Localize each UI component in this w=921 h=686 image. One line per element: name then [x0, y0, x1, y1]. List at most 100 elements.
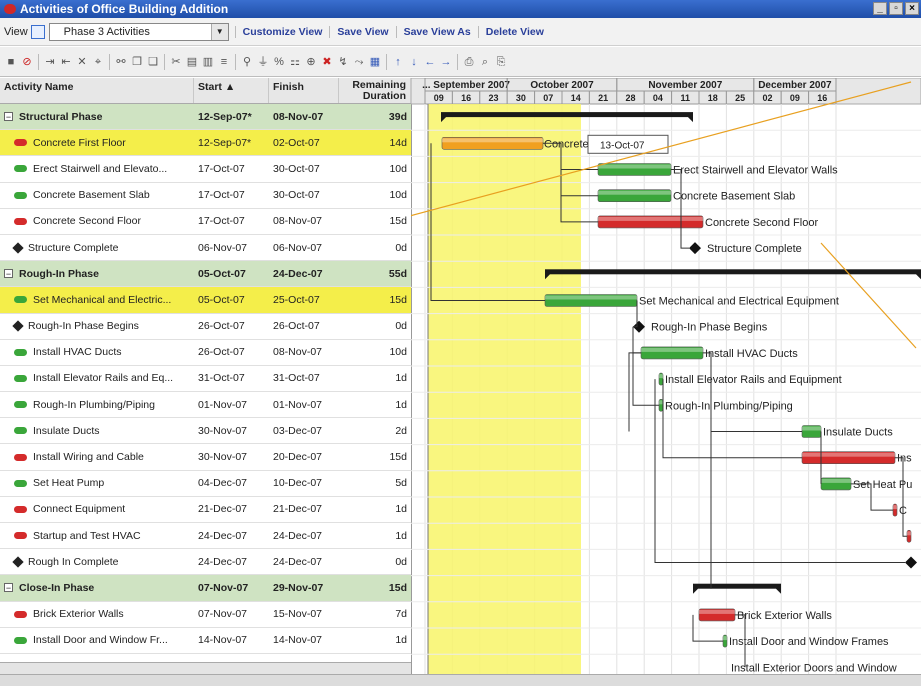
activity-name-text: Startup and Test HVAC [33, 529, 141, 542]
timescale-week-label: 09 [434, 93, 444, 103]
table-row[interactable]: Brick Exterior Walls 07-Nov-07 15-Nov-07 7d [0, 602, 411, 628]
print-icon[interactable]: ⎙ [462, 55, 476, 69]
cell-finish: 24-Dec-07 [273, 555, 323, 568]
milestone-icon [12, 320, 24, 332]
cell-activity-name: Insulate Ducts [0, 425, 194, 437]
table-row[interactable]: Rough-In Phase Begins 26-Oct-07 26-Oct-07 0… [0, 314, 411, 340]
activity-name-text: Rough-In Phase [19, 267, 99, 280]
timescale-week-label: 25 [735, 93, 745, 103]
activity-name-text: Rough In Complete [28, 555, 119, 568]
cell-activity-name: Install Door and Window Fr... [0, 634, 194, 646]
table-row-phase[interactable]: − Close-In Phase 07-Nov-07 29-Nov-07 15d [0, 575, 411, 602]
group-icon[interactable]: ⚏ [288, 55, 302, 69]
find-icon[interactable]: ⚲ [240, 55, 254, 69]
cell-finish: 10-Dec-07 [273, 477, 323, 490]
table-row[interactable]: Concrete First Floor 12-Sep-07* 02-Oct-07 1… [0, 130, 411, 157]
percent-icon[interactable]: % [272, 55, 286, 69]
columns-icon[interactable]: ▥ [201, 55, 215, 69]
cancel-icon[interactable]: ⊘ [20, 55, 34, 69]
table-row[interactable]: Connect Equipment 21-Dec-07 21-Dec-07 1d [0, 497, 411, 523]
collapse-icon[interactable]: − [4, 269, 13, 279]
view-icon[interactable] [30, 24, 45, 39]
table-row[interactable]: Startup and Test HVAC 24-Dec-07 24-Dec-07 1… [0, 523, 411, 550]
table-row[interactable]: Insulate Ducts 30-Nov-07 03-Dec-07 2d [0, 418, 411, 445]
align-icon[interactable]: ≡ [217, 55, 231, 69]
grid-icon[interactable]: ▦ [368, 55, 382, 69]
outdent-icon[interactable]: ⇤ [59, 55, 73, 69]
close-icon[interactable]: × [905, 2, 919, 15]
table-row[interactable]: Rough In Complete 24-Dec-07 24-Dec-07 0d [0, 549, 411, 576]
table-row[interactable]: Rough-In Plumbing/Piping 01-Nov-07 01-Nov-… [0, 392, 411, 419]
table-row[interactable]: Structure Complete 06-Nov-07 06-Nov-07 0d [0, 235, 411, 262]
table-row[interactable]: Set Heat Pump 04-Dec-07 10-Dec-07 5d [0, 471, 411, 497]
cell-start: 05-Oct-07 [198, 267, 246, 280]
timescale-week-label: 30 [516, 93, 526, 103]
delete-view-link[interactable]: Delete View [477, 25, 551, 38]
summary-bar [441, 112, 693, 118]
minimize-icon[interactable]: _ [873, 2, 887, 15]
table-row[interactable]: Install Elevator Rails and Eq... 31-Oct-0… [0, 366, 411, 393]
window-controls: _ ▫ × [873, 2, 919, 15]
timescale-week-label: 14 [571, 93, 581, 103]
level-icon[interactable]: ⤳ [352, 55, 366, 69]
activity-name-text: Set Mechanical and Electric... [33, 293, 172, 306]
table-row[interactable]: Install Wiring and Cable 30-Nov-07 20-Dec-… [0, 444, 411, 471]
chevron-down-icon[interactable]: ▼ [210, 23, 228, 40]
stop-icon[interactable]: ■ [4, 55, 18, 69]
task-bar-highlight [598, 190, 671, 195]
column-header-remaining-duration[interactable]: Remaining Duration [339, 78, 411, 103]
save-view-as-link[interactable]: Save View As [395, 25, 478, 38]
cell-activity-name: Set Mechanical and Electric... [0, 294, 194, 306]
table-row[interactable]: Concrete Basement Slab 17-Oct-07 30-Oct-07… [0, 183, 411, 209]
table-row[interactable]: Concrete Second Floor 17-Oct-07 08-Nov-07 1… [0, 209, 411, 235]
table-row-phase[interactable]: − Rough-In Phase 05-Oct-07 24-Dec-07 55d [0, 261, 411, 288]
activity-name-text: Concrete Second Floor [33, 215, 141, 228]
column-header-start[interactable]: Start ▲ [194, 78, 269, 103]
zoom-icon[interactable]: ⊕ [304, 55, 318, 69]
column-header-activity[interactable]: Activity Name [0, 78, 194, 103]
gantt-bar-label: Install Exterior Doors and Window [731, 662, 897, 674]
collapse-icon[interactable]: − [4, 583, 13, 593]
cut-icon[interactable]: ✂ [169, 55, 183, 69]
save-view-link[interactable]: Save View [329, 25, 395, 38]
indent-icon[interactable]: ⇥ [43, 55, 57, 69]
maximize-icon[interactable]: ▫ [889, 2, 903, 15]
summary-bar [693, 583, 781, 589]
gantt-bar-label: Brick Exterior Walls [737, 610, 832, 622]
view-select[interactable]: Phase 3 Activities ▼ [48, 22, 229, 41]
move-right-icon[interactable]: → [439, 55, 453, 69]
gantt-horizontal-scrollbar[interactable] [0, 674, 921, 686]
delete-icon[interactable]: ✕ [75, 55, 89, 69]
link-icon[interactable]: ⚯ [114, 55, 128, 69]
collapse-icon[interactable]: − [4, 112, 13, 122]
table-row[interactable]: Erect Stairwell and Elevato... 17-Oct-07 3… [0, 156, 411, 183]
export-icon[interactable]: ⎘ [494, 55, 508, 69]
table-row[interactable]: Install HVAC Ducts 26-Oct-07 08-Nov-07 10d [0, 340, 411, 366]
cell-finish: 15-Nov-07 [273, 608, 323, 621]
move-down-icon[interactable]: ↓ [407, 55, 421, 69]
customize-view-link[interactable]: Customize View [234, 25, 330, 38]
paste-icon[interactable]: ❏ [146, 55, 160, 69]
column-header-finish[interactable]: Finish [269, 78, 339, 103]
activity-name-text: Install HVAC Ducts [33, 346, 122, 359]
date-tooltip-text: 13-Oct-07 [600, 140, 645, 151]
gantt-bar-label: Concrete Second Floor [705, 217, 818, 229]
table-row[interactable]: Set Mechanical and Electric... 05-Oct-07 2… [0, 287, 411, 314]
filter-funnel-icon[interactable]: ⏚ [256, 55, 270, 69]
copy-icon[interactable]: ❐ [130, 55, 144, 69]
task-bar-icon [14, 165, 27, 173]
toolbar-divider [38, 53, 39, 70]
unlink-icon[interactable]: ✖ [320, 55, 334, 69]
table-horizontal-scrollbar[interactable] [0, 662, 411, 674]
table-row-phase[interactable]: − Structural Phase 12-Sep-07* 08-Nov-07 39d [0, 104, 411, 131]
print-preview-icon[interactable]: ⌕ [478, 55, 492, 69]
format-icon[interactable]: ▤ [185, 55, 199, 69]
move-left-icon[interactable]: ← [423, 55, 437, 69]
cell-finish: 03-Dec-07 [273, 424, 323, 437]
schedule-icon[interactable]: ↯ [336, 55, 350, 69]
filter-icon[interactable]: ⌖ [91, 55, 105, 69]
cell-remaining-duration: 14d [389, 136, 407, 149]
table-row[interactable]: Install Door and Window Fr... 14-Nov-07 14… [0, 628, 411, 654]
activity-name-text: Erect Stairwell and Elevato... [33, 162, 168, 175]
move-up-icon[interactable]: ↑ [391, 55, 405, 69]
